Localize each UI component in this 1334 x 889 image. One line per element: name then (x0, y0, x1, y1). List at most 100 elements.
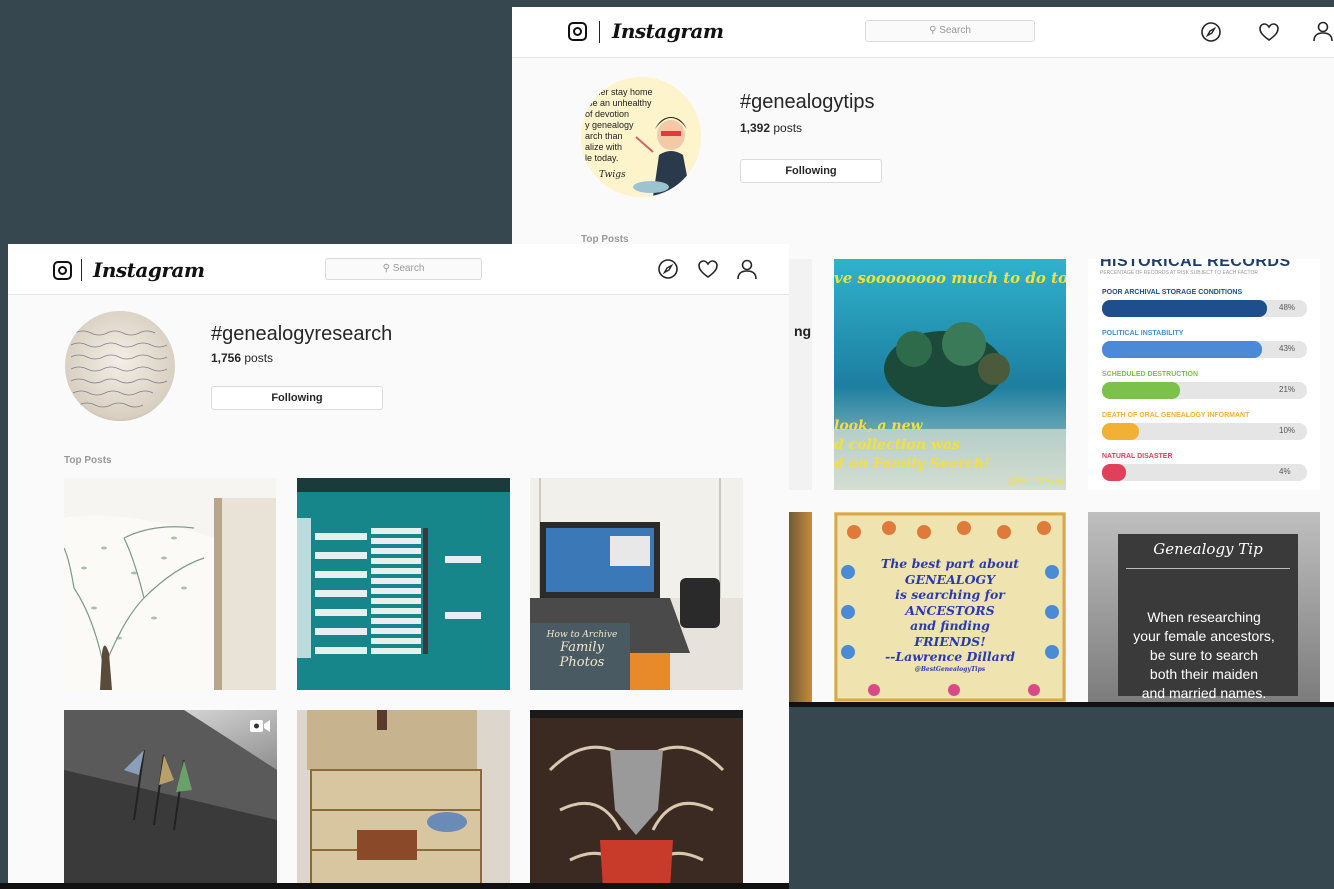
window-bottom-edge (788, 702, 1334, 707)
family-tree-illustration (64, 498, 276, 690)
profile-icon[interactable] (736, 258, 758, 280)
profile-icon[interactable] (1312, 20, 1334, 42)
avatar-line: le today. (585, 153, 619, 163)
post-thumbnail-genealogy-tip[interactable]: Genealogy Tip When researching your fema… (1088, 512, 1320, 702)
posts-count-value: 1,756 (211, 351, 242, 365)
heart-icon[interactable] (697, 258, 719, 280)
search-icon: ⚲ (382, 263, 390, 274)
caption-line: look, a new (834, 418, 923, 434)
tip-line: both their maiden (1149, 666, 1259, 682)
records-bar-value: 43% (1279, 344, 1296, 353)
avatar-line: arch than (585, 131, 623, 141)
posts-count: 1,756 posts (211, 351, 273, 365)
avatar-line: alize with (585, 142, 623, 152)
post-thumbnail-quote[interactable]: The best part about GENEALOGY is searchi… (834, 512, 1066, 702)
following-button[interactable]: Following (211, 386, 383, 410)
book-title-line: How to Archive (546, 630, 618, 640)
avatar-text-block: rather stay home rse an unhealthy of dev… (585, 87, 653, 181)
search-placeholder: Search (392, 263, 425, 274)
records-bar-fill (1102, 423, 1139, 440)
post-thumbnail[interactable]: ng (788, 259, 812, 490)
heart-icon[interactable] (1258, 21, 1280, 43)
post-thumbnail-coat-of-arms[interactable] (530, 710, 743, 889)
pedigree-chart-illustration (297, 478, 510, 658)
instagram-camera-icon[interactable] (568, 22, 587, 41)
posts-count-label: posts (773, 121, 803, 135)
records-bar-fill (1102, 300, 1267, 317)
compass-icon[interactable] (657, 258, 679, 280)
following-button[interactable]: Following (740, 159, 882, 183)
hashtag-title: #genealogyresearch (211, 323, 393, 345)
instagram-wordmark[interactable]: Instagram (612, 19, 724, 43)
records-bar-value: 10% (1279, 426, 1296, 435)
post-thumbnail-pedigree-chart[interactable] (297, 478, 510, 690)
thumbnail-caption-block: look, a new d collection was d on Family… (834, 417, 990, 474)
coat-of-arms-illustration (530, 710, 743, 889)
hashtag-title: #genealogytips (740, 91, 875, 113)
trunk-illustration (297, 710, 510, 889)
records-bar-fill (1102, 341, 1262, 358)
handwritten-document-illustration (70, 330, 168, 408)
book-title: How to Archive Family Photos (536, 630, 628, 670)
quote-line: is searching for (895, 587, 1005, 602)
quote-line: ANCESTORS (905, 602, 995, 618)
caption-line: d on Family Search! (834, 456, 991, 472)
search-placeholder: Search (939, 25, 971, 36)
records-bar-track (1102, 464, 1307, 481)
tip-line: be sure to search (1149, 647, 1259, 663)
avatar-line: Twigs (599, 170, 626, 180)
post-thumbnail-family-tree-print[interactable] (64, 478, 276, 690)
post-thumbnail-laptop-book[interactable]: How to Archive Family Photos (530, 478, 743, 690)
post-thumbnail-historical-records[interactable]: HISTORICAL RECORDS PERCENTAGE OF RECORDS… (1088, 259, 1320, 490)
records-row-label: POOR ARCHIVAL STORAGE CONDITIONS (1102, 289, 1243, 296)
posts-count: 1,392 posts (740, 121, 802, 135)
caption-line: d collection was (834, 437, 960, 453)
records-bar-value: 48% (1279, 303, 1296, 312)
tip-line: and married names. (1141, 685, 1267, 701)
building-illustration (64, 710, 277, 889)
post-thumbnail-antique-trunk[interactable] (297, 710, 510, 889)
search-input[interactable]: ⚲ Search (865, 20, 1035, 42)
tip-line: When researching (1147, 609, 1261, 625)
avatar-line: of devotion (585, 109, 630, 119)
tip-line: your female ancestors, (1133, 628, 1275, 644)
quote-line: GENEALOGY (904, 571, 996, 587)
quote-line: FRIENDS! (914, 633, 986, 649)
tip-title: Genealogy Tip (1153, 540, 1263, 558)
tip-divider (1126, 568, 1290, 569)
posts-count-label: posts (244, 351, 274, 365)
instagram-camera-icon[interactable] (53, 261, 72, 280)
avatar-line: y genealogy (585, 120, 634, 130)
post-thumbnail-coral-reef[interactable]: ve soooooooo much to do to look, a new d… (834, 259, 1066, 490)
records-bar-fill (1102, 464, 1126, 481)
search-input[interactable]: ⚲ Search (325, 258, 482, 280)
records-bar-value: 21% (1279, 385, 1296, 394)
records-subtitle: PERCENTAGE OF RECORDS AT RISK SUBJECT TO… (1100, 270, 1258, 276)
thumbnail-credit: @BestGeneal (1007, 476, 1064, 486)
post-thumbnail[interactable] (788, 512, 812, 702)
posts-count-value: 1,392 (740, 121, 771, 135)
logo-divider (599, 21, 600, 43)
top-navigation-bar: Instagram ⚲ Search (8, 244, 789, 295)
logo-divider (81, 259, 82, 281)
hashtag-avatar (65, 311, 175, 421)
video-camera-icon (250, 720, 270, 732)
tip-body: When researching your female ancestors, … (1088, 608, 1320, 702)
quote-line: and finding (910, 618, 990, 633)
avatar-line: rather stay home (585, 87, 653, 97)
top-posts-heading: Top Posts (64, 455, 112, 466)
hashtag-avatar: rather stay home rse an unhealthy of dev… (581, 77, 701, 197)
quote-line: --Lawrence Dillard (884, 649, 1016, 664)
compass-icon[interactable] (1200, 21, 1222, 43)
instagram-wordmark[interactable]: Instagram (93, 258, 205, 282)
screen-bottom-edge (0, 883, 789, 889)
thumbnail-caption: ve soooooooo much to do to (834, 269, 1066, 287)
book-title-line: Family Photos (559, 640, 605, 670)
search-icon: ⚲ (929, 25, 937, 36)
records-row-label: POLITICAL INSTABILITY (1102, 330, 1184, 337)
quote-block: The best part about GENEALOGY is searchi… (834, 556, 1066, 674)
records-bar-value: 4% (1279, 467, 1291, 476)
post-thumbnail-building-facade[interactable] (64, 710, 277, 889)
avatar-line: rse an unhealthy (585, 98, 652, 108)
records-row-label: SCHEDULED DESTRUCTION (1102, 371, 1199, 378)
